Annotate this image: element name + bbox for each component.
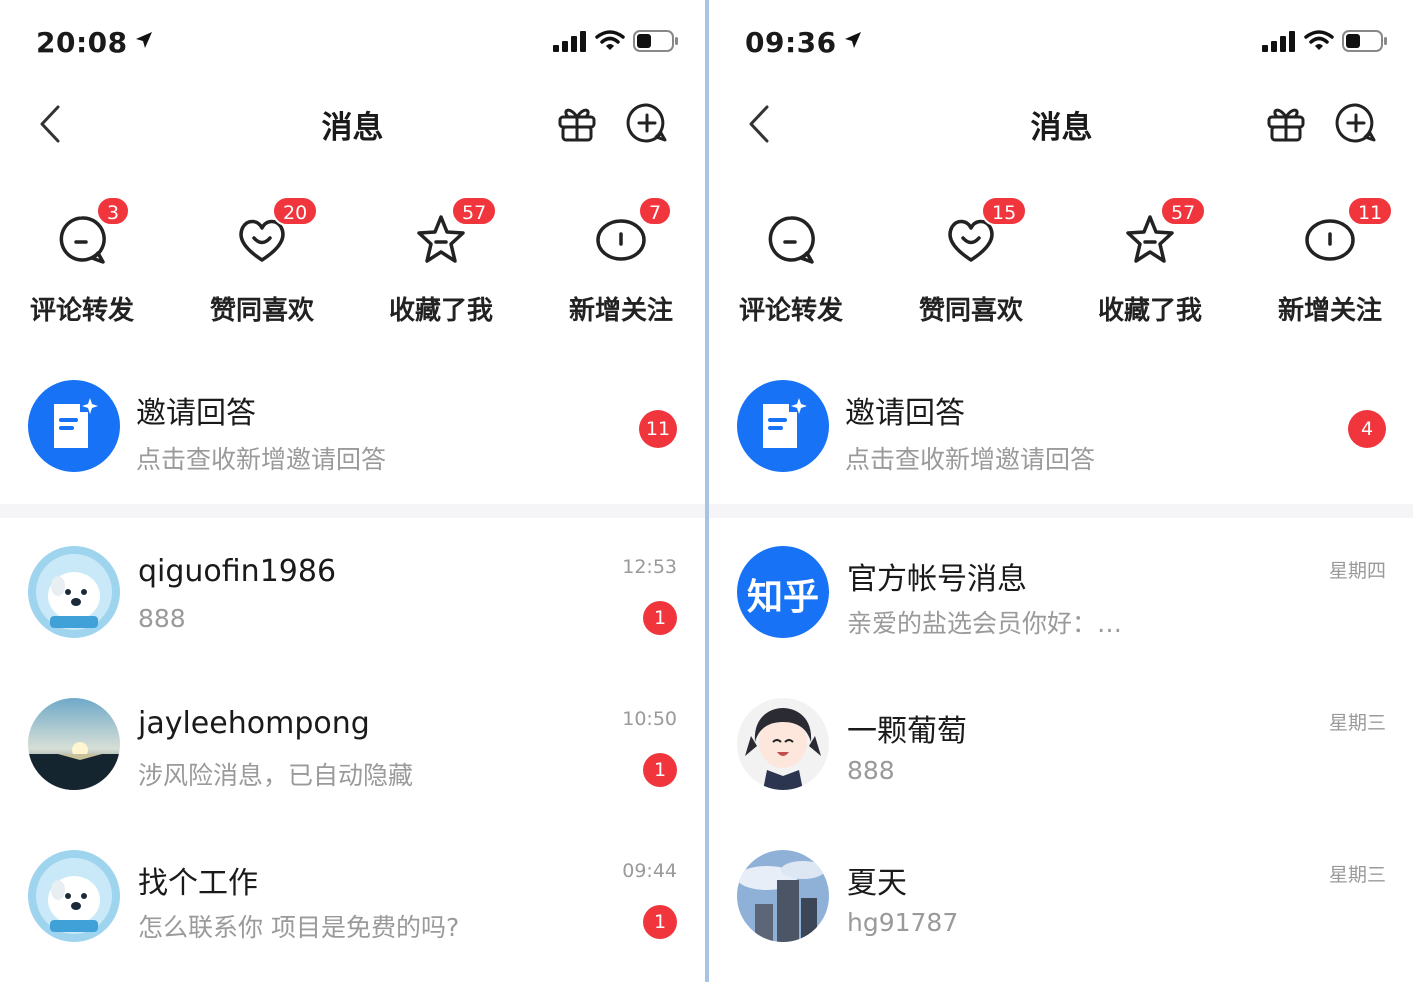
status-clock: 20:08: [36, 26, 128, 59]
new-chat-button[interactable]: [626, 102, 668, 144]
message-time: 星期三: [1328, 712, 1386, 734]
category-label: 收藏了我: [1097, 296, 1202, 326]
message-time: 10:50: [622, 708, 677, 730]
message-time: 星期三: [1328, 864, 1386, 886]
messages-panel-left: 20:08 消息 3 评论转发 20 赞同喜欢 57 收藏了我 7 新增关注 邀…: [0, 0, 705, 982]
zhihu-logo-text: 知乎: [746, 577, 819, 618]
status-time: 20:08: [36, 24, 154, 59]
gift-button[interactable]: [1265, 102, 1307, 144]
message-preview: 亲爱的盐选会员你好：…: [847, 609, 1123, 638]
add-chat-icon: [626, 103, 667, 143]
section-separator: [709, 504, 1413, 518]
category-badge: 11: [1347, 196, 1394, 226]
message-row[interactable]: jayleehompong 涉风险消息，已自动隐藏 10:50 1: [0, 698, 705, 848]
gift-button[interactable]: [556, 102, 598, 144]
status-clock: 09:36: [745, 26, 837, 59]
invite-answer-row[interactable]: 邀请回答 点击查收新增邀请回答 4: [709, 370, 1413, 494]
invite-count-badge: 4: [1348, 410, 1386, 448]
document-sparkle-icon: [763, 398, 807, 448]
location-arrow-icon: [134, 24, 154, 57]
category-badge: 57: [1160, 196, 1207, 226]
message-row[interactable]: 找个工作怎么联系你 项目是免费的吗? 09:44 1: [0, 850, 705, 982]
invite-subtitle: 点击查收新增邀请回答: [845, 445, 1096, 474]
message-row[interactable]: 一颗葡萄 888 星期三: [709, 698, 1413, 848]
message-row[interactable]: 夏天 hg91787 星期三: [709, 850, 1413, 982]
category-badge: 7: [638, 196, 673, 226]
anime-girl-avatar: [737, 698, 829, 790]
wifi-icon: [595, 30, 625, 50]
message-preview: 888: [847, 756, 895, 785]
new-chat-button[interactable]: [1335, 102, 1377, 144]
category-label: 新增关注: [568, 296, 673, 326]
message-sender: 一颗葡萄: [847, 714, 967, 749]
messages-panel-right: 09:36 消息 评论转发 15 赞同喜欢 57 收藏了我 11 新增关注 邀请…: [709, 0, 1413, 982]
invite-count-badge: 11: [639, 410, 677, 448]
cellular-signal-icon: [553, 31, 586, 52]
wifi-icon: [1304, 30, 1334, 50]
cellular-signal-icon: [1262, 31, 1295, 52]
invite-avatar: [28, 380, 120, 472]
category-row: 3 评论转发 20 赞同喜欢 57 收藏了我 7 新增关注: [0, 190, 705, 330]
invite-subtitle: 点击查收新增邀请回答: [136, 445, 387, 474]
status-icons: [1262, 30, 1388, 52]
dog-avatar: [28, 850, 120, 942]
message-sender: qiguofin1986: [138, 554, 337, 589]
unread-badge: 1: [643, 905, 677, 939]
message-sender: 夏天: [847, 866, 907, 901]
message-preview: hg91787: [847, 908, 959, 937]
message-sender: 找个工作: [138, 866, 258, 901]
gift-icon: [1267, 108, 1305, 142]
message-preview: 怎么联系你 项目是免费的吗?: [138, 913, 460, 942]
category-badge: 15: [981, 196, 1028, 226]
message-sender: jayleehompong: [138, 706, 370, 741]
add-chat-icon: [1335, 103, 1376, 143]
category-badge: 3: [96, 196, 131, 226]
invite-avatar: [737, 380, 829, 472]
building-avatar: [737, 850, 829, 942]
category-row: 评论转发 15 赞同喜欢 57 收藏了我 11 新增关注: [709, 190, 1413, 330]
message-time: 12:53: [622, 556, 677, 578]
category-label: 评论转发: [738, 296, 843, 326]
zhihu-logo: 知乎: [737, 546, 829, 638]
message-preview: 888: [138, 604, 186, 633]
comment-icon: [763, 212, 819, 268]
location-arrow-icon: [843, 24, 863, 57]
dog-avatar: [28, 546, 120, 638]
message-row[interactable]: qiguofin1986 888 12:53 1: [0, 546, 705, 696]
gift-icon: [558, 108, 596, 142]
message-row[interactable]: 知乎 官方帐号消息亲爱的盐选会员你好：… 星期四: [709, 546, 1413, 696]
document-sparkle-icon: [54, 398, 98, 448]
invite-title: 邀请回答: [845, 396, 965, 431]
page-title: 消息: [321, 110, 384, 146]
message-preview: 涉风险消息，已自动隐藏: [138, 761, 414, 790]
invite-title: 邀请回答: [136, 396, 256, 431]
message-sender: 官方帐号消息: [847, 562, 1027, 597]
category-label: 赞同喜欢: [209, 296, 314, 326]
category-label: 新增关注: [1277, 296, 1382, 326]
screen: 20:08 消息 3 评论转发 20 赞同喜欢 57 收藏了我 7 新增关注 邀…: [0, 0, 1413, 982]
sunset-avatar: [28, 698, 120, 790]
message-time: 09:44: [622, 860, 677, 882]
category-badge: 20: [272, 196, 319, 226]
unread-badge: 1: [643, 601, 677, 635]
page-title: 消息: [1030, 110, 1093, 146]
category-label: 赞同喜欢: [918, 296, 1023, 326]
status-time: 09:36: [745, 24, 863, 59]
invite-answer-row[interactable]: 邀请回答 点击查收新增邀请回答 11: [0, 370, 705, 494]
unread-badge: 1: [643, 753, 677, 787]
message-time: 星期四: [1328, 560, 1386, 582]
status-icons: [553, 30, 679, 52]
category-label: 收藏了我: [388, 296, 493, 326]
battery-icon: [1342, 30, 1387, 52]
section-separator: [0, 504, 705, 518]
category-badge: 57: [451, 196, 498, 226]
category-label: 评论转发: [29, 296, 134, 326]
battery-icon: [633, 30, 678, 52]
